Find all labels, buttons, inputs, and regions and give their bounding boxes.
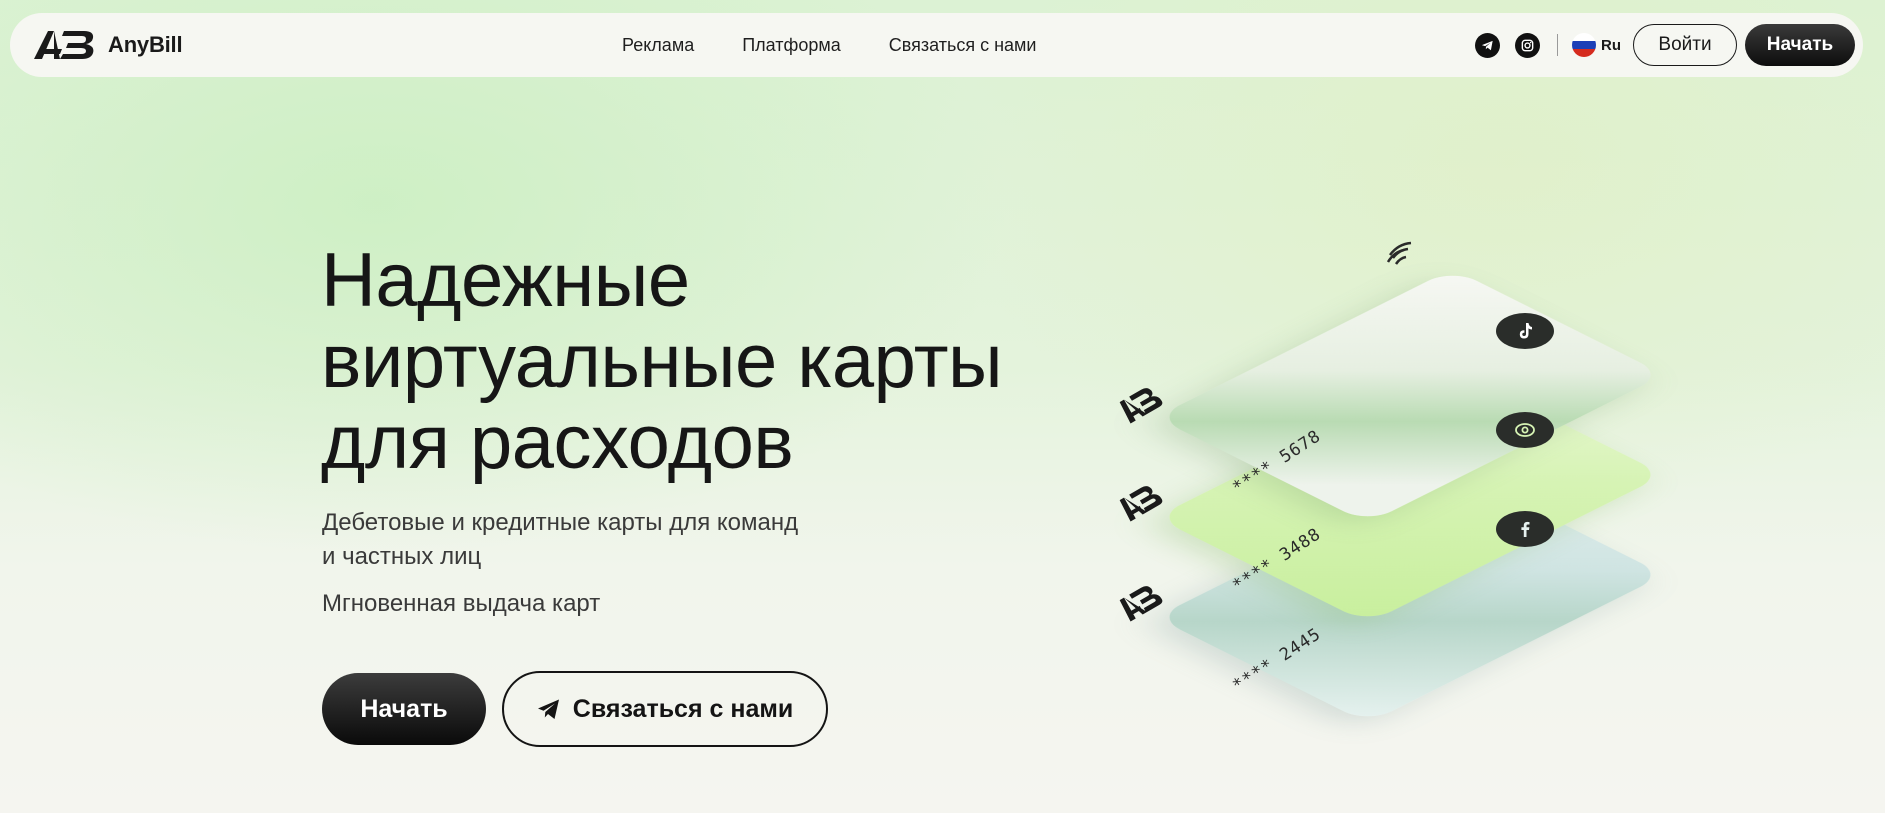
top-navbar: AnyBill Реклама Платформа Связаться с на… <box>10 13 1863 77</box>
hero-note: Мгновенная выдача карт <box>322 590 601 617</box>
brand-name: AnyBill <box>108 32 183 57</box>
hero-contact-label: Связаться с нами <box>572 694 794 723</box>
eye-icon <box>1496 412 1554 448</box>
nav-actions: Ru Войти Начать <box>1475 13 1855 77</box>
nav-link-platform[interactable]: Платформа <box>742 35 841 56</box>
card-middle-logo-icon <box>1108 482 1175 528</box>
nav-link-advertising[interactable]: Реклама <box>622 35 694 56</box>
telegram-plane-icon <box>537 699 559 719</box>
hero-title-line-3: для расходов <box>321 400 794 485</box>
anybill-logo-icon <box>34 31 94 59</box>
hero-title-line-2: виртуальные карты <box>321 319 1003 404</box>
hero-subtitle-line-1: Дебетовые и кредитные карты для команд <box>322 509 799 536</box>
nav-divider <box>1557 34 1558 56</box>
login-button[interactable]: Войти <box>1633 24 1737 66</box>
card-bottom-logo-icon <box>1108 582 1175 628</box>
cards-illustration: **** 5678 **** 3488 **** 2445 <box>1040 200 1680 760</box>
nav-link-contact[interactable]: Связаться с нами <box>889 35 1037 56</box>
russia-flag-icon <box>1572 33 1596 57</box>
telegram-icon[interactable] <box>1475 32 1500 58</box>
hero-start-button[interactable]: Начать <box>322 673 486 745</box>
hero-title-line-1: Надежные <box>321 238 690 323</box>
facebook-icon <box>1496 511 1554 547</box>
hero-title: Надежные виртуальные карты для расходов <box>321 240 1041 483</box>
hero-contact-button[interactable]: Связаться с нами <box>502 671 828 747</box>
card-top-logo-icon <box>1108 384 1175 430</box>
nav-start-button[interactable]: Начать <box>1745 24 1855 66</box>
hero-subtitle: Дебетовые и кредитные карты для команд и… <box>322 506 882 574</box>
instagram-icon[interactable] <box>1515 32 1540 58</box>
tiktok-icon <box>1496 313 1554 349</box>
hero-subtitle-line-2: и частных лиц <box>322 543 482 570</box>
main-menu: Реклама Платформа Связаться с нами <box>622 13 1036 77</box>
language-label: Ru <box>1601 36 1621 54</box>
language-switcher[interactable]: Ru <box>1572 33 1621 57</box>
contactless-icon <box>1384 238 1424 273</box>
brand-logo[interactable]: AnyBill <box>32 29 183 61</box>
